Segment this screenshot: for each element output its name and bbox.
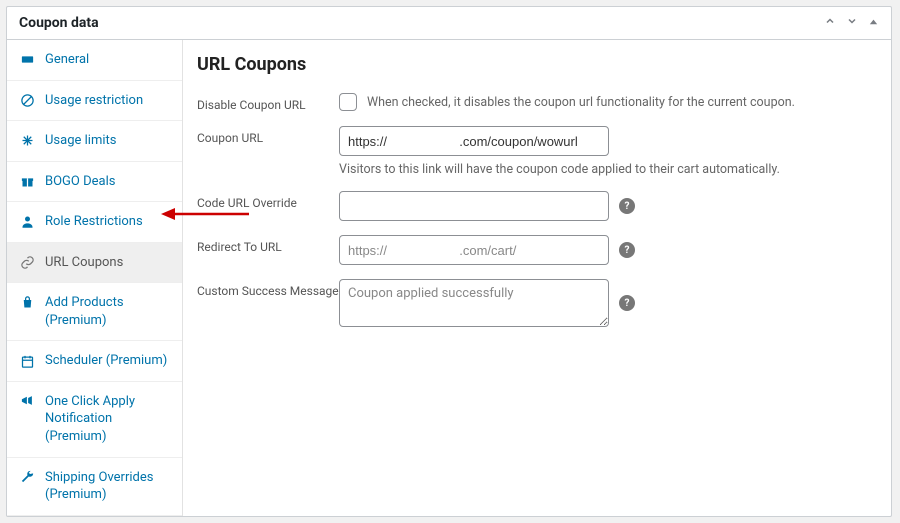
sidebar-item-label: Role Restrictions — [45, 213, 143, 231]
row-custom-success-message: Custom Success Message ? — [197, 279, 871, 327]
code-url-override-input[interactable] — [339, 191, 609, 221]
sidebar-item-shipping-overrides[interactable]: Shipping Overrides (Premium) — [7, 458, 182, 516]
sidebar-item-general[interactable]: General — [7, 40, 182, 81]
label-coupon-url: Coupon URL — [197, 126, 339, 145]
label-redirect-to-url: Redirect To URL — [197, 235, 339, 254]
sidebar-item-label: Usage limits — [45, 132, 116, 150]
sidebar-item-one-click-apply[interactable]: One Click Apply Notification (Premium) — [7, 382, 182, 458]
row-redirect-to-url: Redirect To URL ? — [197, 235, 871, 265]
sidebar-item-label: BOGO Deals — [45, 173, 115, 191]
wrench-icon — [19, 469, 35, 485]
sidebar-item-label: Shipping Overrides (Premium) — [45, 469, 170, 504]
user-icon — [19, 214, 35, 230]
sidebar-item-url-coupons[interactable]: URL Coupons — [7, 243, 182, 284]
coupon-data-panel: Coupon data General — [6, 6, 892, 517]
bag-icon — [19, 294, 35, 310]
main-content: URL Coupons Disable Coupon URL When chec… — [183, 40, 891, 516]
sidebar-item-scheduler[interactable]: Scheduler (Premium) — [7, 341, 182, 382]
sidebar-item-label: One Click Apply Notification (Premium) — [45, 393, 170, 446]
sidebar-item-add-products[interactable]: Add Products (Premium) — [7, 283, 182, 341]
collapse-up-icon[interactable] — [824, 15, 836, 31]
sidebar-item-label: Add Products (Premium) — [45, 294, 170, 329]
custom-success-message-textarea[interactable] — [339, 279, 609, 327]
row-disable-coupon-url: Disable Coupon URL When checked, it disa… — [197, 93, 871, 112]
megaphone-icon — [19, 393, 35, 409]
help-icon[interactable]: ? — [619, 242, 635, 258]
label-code-url-override: Code URL Override — [197, 191, 339, 210]
coupon-url-help: Visitors to this link will have the coup… — [339, 162, 780, 177]
help-icon[interactable]: ? — [619, 295, 635, 311]
disable-coupon-url-help: When checked, it disables the coupon url… — [367, 95, 795, 110]
limits-icon — [19, 133, 35, 149]
panel-title: Coupon data — [19, 15, 99, 31]
sidebar-item-usage-limits[interactable]: Usage limits — [7, 121, 182, 162]
sidebar: General Usage restriction Usage limits B… — [7, 40, 183, 516]
sidebar-item-bogo-deals[interactable]: BOGO Deals — [7, 162, 182, 203]
sidebar-item-label: General — [45, 51, 89, 69]
panel-body: General Usage restriction Usage limits B… — [7, 40, 891, 516]
disable-coupon-url-checkbox[interactable] — [339, 93, 357, 111]
sidebar-item-usage-restriction[interactable]: Usage restriction — [7, 81, 182, 122]
label-custom-success-message: Custom Success Message — [197, 279, 339, 298]
ticket-icon — [19, 52, 35, 68]
page-heading: URL Coupons — [197, 54, 871, 75]
sidebar-item-label: URL Coupons — [45, 254, 123, 272]
panel-header: Coupon data — [7, 7, 891, 40]
label-disable-coupon-url: Disable Coupon URL — [197, 93, 339, 112]
sidebar-item-role-restrictions[interactable]: Role Restrictions — [7, 202, 182, 243]
redirect-to-url-input[interactable] — [339, 235, 609, 265]
block-icon — [19, 92, 35, 108]
help-icon[interactable]: ? — [619, 198, 635, 214]
sidebar-item-label: Usage restriction — [45, 92, 143, 110]
row-coupon-url: Coupon URL Visitors to this link will ha… — [197, 126, 871, 177]
coupon-url-input[interactable] — [339, 126, 609, 156]
gift-icon — [19, 173, 35, 189]
row-code-url-override: Code URL Override ? — [197, 191, 871, 221]
link-icon — [19, 255, 35, 271]
sidebar-item-label: Scheduler (Premium) — [45, 352, 167, 370]
panel-toggles — [824, 15, 879, 31]
calendar-icon — [19, 353, 35, 369]
expand-down-icon[interactable] — [846, 15, 858, 31]
panel-toggle-icon[interactable] — [868, 16, 879, 31]
